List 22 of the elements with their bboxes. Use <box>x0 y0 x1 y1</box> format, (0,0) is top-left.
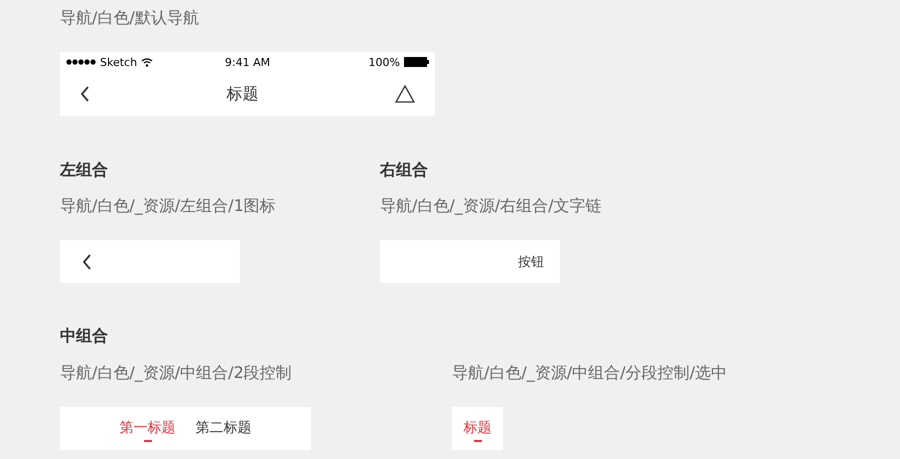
section-heading: 右组合 <box>380 159 429 181</box>
battery-percent: 100% <box>368 56 400 68</box>
signal-icon <box>66 59 96 65</box>
section-caption: 导航/白色/_资源/中组合/2段控制 <box>60 362 293 384</box>
section-caption: 导航/白色/_资源/左组合/1图标 <box>60 195 277 217</box>
section-heading: 中组合 <box>60 325 109 347</box>
back-icon[interactable] <box>82 254 92 270</box>
section-heading: 左组合 <box>60 159 109 181</box>
section-caption: 导航/白色/_资源/中组合/分段控制/选中 <box>452 362 728 384</box>
status-time: 9:41 AM <box>224 56 270 68</box>
text-link[interactable]: 按钮 <box>518 252 544 270</box>
battery-icon <box>404 57 429 67</box>
segment-tab[interactable]: 第一标题 <box>120 415 176 442</box>
triangle-icon[interactable] <box>395 85 415 103</box>
segment-tab[interactable]: 标题 <box>464 415 492 442</box>
back-icon[interactable] <box>80 86 90 102</box>
nav-title: 标题 <box>226 84 258 104</box>
segment-tab[interactable]: 第二标题 <box>196 415 252 442</box>
section-caption: 导航/白色/默认导航 <box>60 7 200 29</box>
carrier-name: Sketch <box>100 56 138 68</box>
wifi-icon <box>141 58 154 66</box>
section-caption: 导航/白色/_资源/右组合/文字链 <box>380 195 603 217</box>
